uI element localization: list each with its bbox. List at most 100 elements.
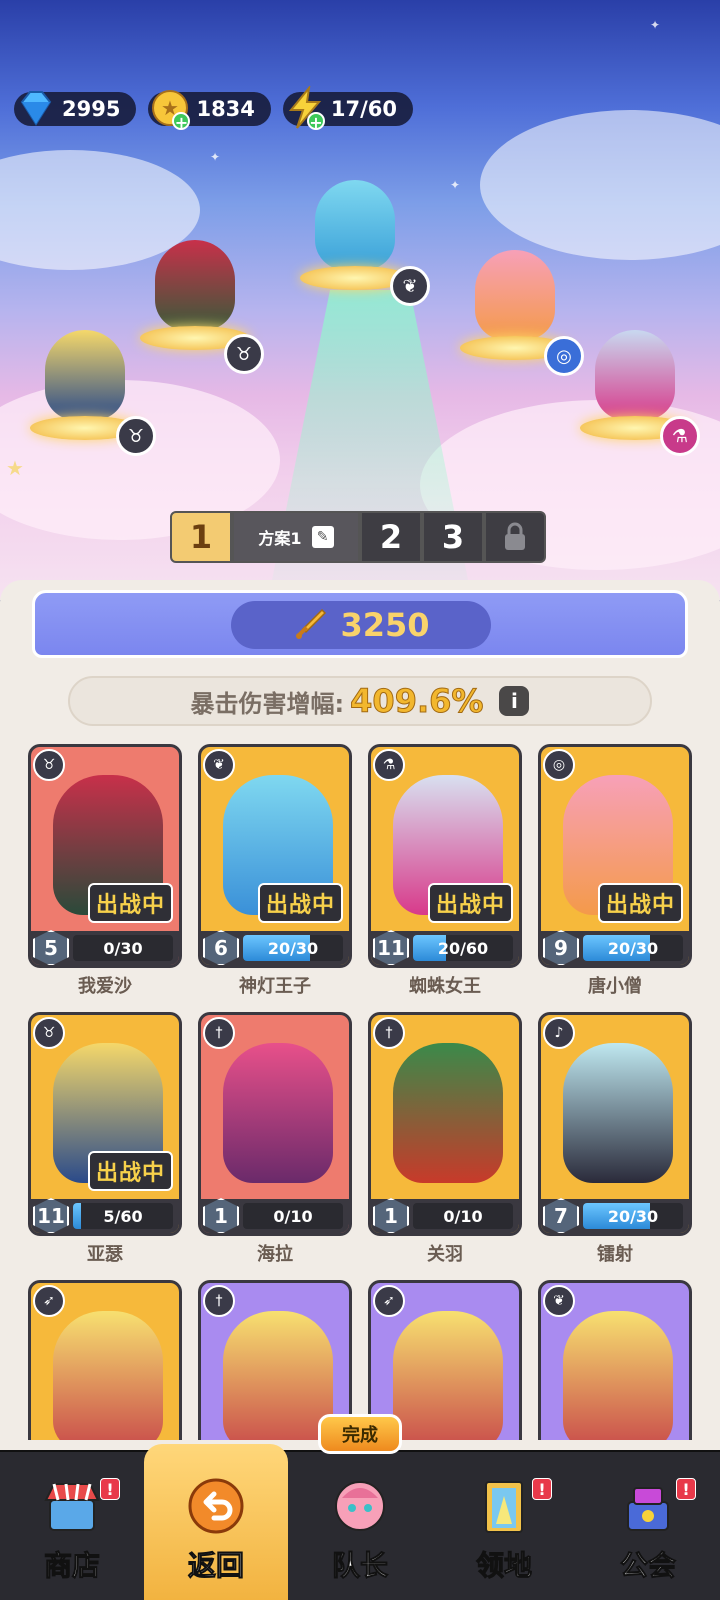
hero-card[interactable]: ➶ (28, 1280, 182, 1440)
lineup-tab-1[interactable]: 1 (170, 511, 232, 563)
level-badge: 5 (33, 930, 69, 965)
nav-back-label: 返回 (187, 1549, 244, 1583)
spiral-icon: ◎ (543, 749, 575, 781)
hero-name: 亚瑟 (87, 1244, 123, 1265)
edit-icon: ✎ (311, 526, 334, 548)
add-gold-icon[interactable]: + (172, 112, 191, 131)
in-battle-badge: 出战中 (87, 1151, 173, 1191)
hero-card[interactable]: † 1 0/10 关羽 (368, 1012, 522, 1265)
nav-territory[interactable]: ! 领地 (432, 1452, 576, 1600)
captain-avatar-icon (335, 1481, 385, 1531)
wings-icon: ❦ (203, 749, 235, 781)
spiral-icon: ◎ (544, 336, 584, 376)
shard-progress: 0/10 (413, 1203, 513, 1229)
hero-portrait (563, 1311, 673, 1440)
guild-icon (627, 1487, 669, 1531)
hero-card[interactable]: ❦ 出战中 6 20/30 神灯王子 (198, 744, 352, 997)
shard-progress-text: 20/30 (267, 938, 319, 958)
shop-icon (44, 1483, 100, 1531)
crit-label: 暴击伤害增幅: (190, 689, 345, 718)
shard-progress-text: 0/30 (103, 938, 143, 958)
gold-value: 1834 (196, 97, 255, 121)
bull-icon: ♉ (33, 1017, 65, 1049)
shard-progress-text: 20/30 (607, 1206, 659, 1226)
formation-hero-蜘蛛女王[interactable]: ⚗ (580, 330, 700, 456)
level-bar: 6 20/30 (201, 930, 349, 965)
bow-icon: ➶ (373, 1285, 405, 1317)
shard-progress-text: 20/30 (607, 938, 659, 958)
hero-card[interactable]: ♪ 7 20/30 镭射 (538, 1012, 692, 1265)
bull-icon: ♉ (224, 334, 264, 374)
in-battle-badge: 出战中 (427, 883, 513, 923)
hero-card[interactable]: ◎ 出战中 9 20/30 唐小僧 (538, 744, 692, 997)
nav-shop[interactable]: ! 商店 (0, 1452, 144, 1600)
gold-counter[interactable]: ★ + 1834 (148, 90, 271, 131)
shard-progress: 20/30 (583, 1203, 683, 1229)
level-bar: 11 5/60 (31, 1198, 179, 1233)
hero-card-frame: ♪ 7 20/30 (538, 1012, 692, 1236)
level-bar: 11 20/60 (371, 930, 519, 965)
potion-icon: ⚗ (660, 416, 700, 456)
lock-icon (505, 522, 525, 550)
formation-hero-亚瑟[interactable]: ♉ (30, 330, 156, 456)
hero-name: 我爱沙 (78, 976, 132, 997)
nav-back[interactable]: 返回 (144, 1444, 288, 1600)
back-arrow-icon (188, 1478, 244, 1534)
wings-icon: ❦ (543, 1285, 575, 1317)
lineup-tab-2[interactable]: 2 (360, 511, 422, 563)
hero-card[interactable]: † 1 0/10 海拉 (198, 1012, 352, 1265)
hero-panel: 3250 暴击伤害增幅: 409.6% i ♉ 出战中 5 0/30 我爱沙 ❦… (0, 580, 720, 1460)
hero-card-frame: ➶ (28, 1280, 182, 1440)
lineup-tab-3[interactable]: 3 (422, 511, 484, 563)
lineup-tabs: 1 方案1 ✎ 2 3 (170, 511, 546, 563)
alert-badge: ! (676, 1478, 696, 1500)
hero-card-frame: ⚗ 出战中 11 20/60 (368, 744, 522, 968)
hero-card[interactable]: ♉ 出战中 11 5/60 亚瑟 (28, 1012, 182, 1265)
hero-card[interactable]: ⚗ 出战中 11 20/60 蜘蛛女王 (368, 744, 522, 997)
currency-bar: 2995 ★ + 1834 + 17/60 (14, 86, 414, 131)
hero-card-frame: † 1 0/10 (198, 1012, 352, 1236)
battle-formation-scene: ✦ ✦ ✦ ★ ♉ ❦ ♉ ◎ ⚗ 2995 ★ + 1834 + 17/60 … (0, 0, 720, 600)
star-icon: ✦ (650, 18, 661, 32)
hero-card[interactable]: ♉ 出战中 5 0/30 我爱沙 (28, 744, 182, 997)
formation-hero-唐小僧[interactable]: ◎ (460, 250, 584, 376)
level-badge: 1 (373, 1198, 409, 1233)
level-bar: 1 0/10 (371, 1198, 519, 1233)
star-icon: ✦ (450, 178, 461, 192)
info-icon[interactable]: i (499, 686, 530, 716)
crit-value: 409.6% (350, 682, 484, 721)
formation-hero-我爱沙[interactable]: ♉ (140, 240, 264, 374)
shard-progress-text: 5/60 (103, 1206, 143, 1226)
star-icon: ✦ (210, 150, 221, 164)
nav-guild[interactable]: ! 公会 (576, 1452, 720, 1600)
hero-card-frame: ◎ 出战中 9 20/30 (538, 744, 692, 968)
in-battle-badge: 出战中 (597, 883, 683, 923)
formation-hero-神灯王子[interactable]: ❦ (300, 180, 430, 306)
nav-territory-label: 领地 (475, 1549, 532, 1583)
territory-door-icon (485, 1481, 523, 1533)
shard-progress: 5/60 (73, 1203, 173, 1229)
lineup-tab-locked[interactable] (484, 511, 546, 563)
gem-icon (20, 91, 52, 126)
shard-progress: 20/30 (243, 935, 343, 961)
hero-portrait (223, 1043, 333, 1183)
gem-value: 2995 (62, 97, 121, 121)
nav-captain-label: 队长 (331, 1549, 388, 1583)
level-badge: 1 (203, 1198, 239, 1233)
hero-name: 关羽 (427, 1244, 463, 1265)
energy-counter[interactable]: + 17/60 (282, 86, 414, 131)
hero-card[interactable]: ❦ (538, 1280, 692, 1440)
level-badge: 11 (33, 1198, 69, 1233)
hero-card-frame: ❦ (538, 1280, 692, 1440)
bow-icon: ➶ (33, 1285, 65, 1317)
level-bar: 9 20/30 (541, 930, 689, 965)
shard-progress: 20/30 (583, 935, 683, 961)
nav-captain[interactable]: 完成 队长 (288, 1414, 432, 1600)
hero-portrait (563, 1043, 673, 1183)
add-energy-icon[interactable]: + (306, 112, 325, 131)
gem-counter[interactable]: 2995 (14, 91, 137, 126)
shard-progress: 0/30 (73, 935, 173, 961)
plan-name-button[interactable]: 方案1 ✎ (232, 511, 360, 563)
potion-icon: ⚗ (373, 749, 405, 781)
level-badge: 11 (373, 930, 409, 965)
